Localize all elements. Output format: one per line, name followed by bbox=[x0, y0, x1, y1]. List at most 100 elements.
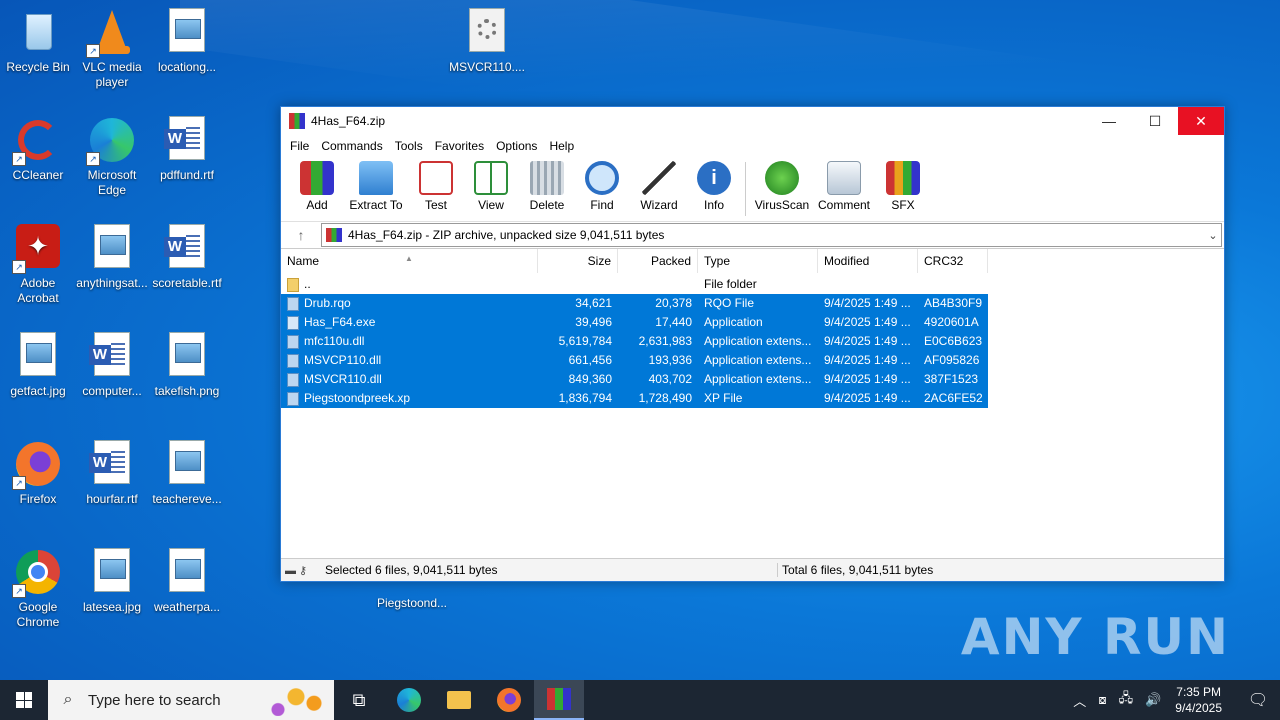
wand-icon bbox=[642, 161, 676, 195]
bug-icon bbox=[765, 161, 799, 195]
minimize-button[interactable]: — bbox=[1086, 107, 1132, 135]
add-button[interactable]: Add bbox=[293, 157, 341, 212]
network-icon[interactable]: 🖧 bbox=[1119, 689, 1134, 711]
file-list[interactable]: Name ▲ Size Packed Type Modified CRC32 ..… bbox=[281, 249, 1224, 554]
row-type: Application bbox=[704, 315, 763, 329]
desktop-icon-computer[interactable]: W computer... bbox=[74, 332, 150, 399]
taskbar: ⌕ Type here to search ⧉ ︿ ⧇ 🖧 🔊 7:35 PM … bbox=[0, 680, 1280, 720]
table-row[interactable]: Piegstoondpreek.xp 1,836,794 1,728,490 X… bbox=[281, 389, 988, 408]
status-total: Total 6 files, 9,041,511 bytes bbox=[777, 563, 1224, 577]
table-row[interactable]: mfc110u.dll 5,619,784 2,631,983 Applicat… bbox=[281, 332, 988, 351]
taskbar-explorer-button[interactable] bbox=[434, 680, 484, 720]
desktop-icon-msvcr110[interactable]: MSVCR110.... bbox=[449, 8, 525, 75]
column-packed[interactable]: Packed bbox=[618, 249, 698, 273]
desktop-icon-scoretable[interactable]: W scoretable.rtf bbox=[149, 224, 225, 291]
desktop-icon-takefish[interactable]: takefish.png bbox=[149, 332, 225, 399]
dll-file-icon bbox=[287, 334, 299, 349]
desktop-icon-vlc[interactable]: ↗ VLC media player bbox=[74, 8, 150, 90]
menu-commands[interactable]: Commands bbox=[315, 139, 388, 153]
desktop-icon-chrome[interactable]: ↗ Google Chrome bbox=[0, 548, 76, 630]
delete-label: Delete bbox=[529, 198, 565, 212]
task-view-button[interactable]: ⧉ bbox=[334, 680, 384, 720]
desktop-icon-acrobat[interactable]: ✦ ↗ Adobe Acrobat bbox=[0, 224, 76, 306]
menu-favorites[interactable]: Favorites bbox=[429, 139, 490, 153]
view-button[interactable]: View bbox=[465, 157, 517, 212]
taskbar-winrar-button[interactable] bbox=[534, 680, 584, 720]
wizard-button[interactable]: Wizard bbox=[631, 157, 687, 212]
toolbar: Add Extract To Test View Delete Find Wiz… bbox=[281, 157, 1224, 222]
column-name[interactable]: Name ▲ bbox=[281, 249, 538, 273]
desktop-icon-teachereve[interactable]: teachereve... bbox=[149, 440, 225, 507]
desktop-icon-hourfar[interactable]: W hourfar.rtf bbox=[74, 440, 150, 507]
test-button[interactable]: Test bbox=[411, 157, 461, 212]
winrar-window: 4Has_F64.zip — ☐ ✕ File Commands Tools F… bbox=[280, 106, 1225, 582]
shortcut-arrow-icon: ↗ bbox=[12, 584, 26, 598]
row-packed: 403,702 bbox=[648, 372, 692, 386]
start-button[interactable] bbox=[0, 680, 48, 720]
row-packed: 17,440 bbox=[655, 315, 692, 329]
desktop-icon-recycle-bin[interactable]: Recycle Bin bbox=[0, 8, 76, 75]
column-modified[interactable]: Modified bbox=[818, 249, 918, 273]
maximize-button[interactable]: ☐ bbox=[1132, 107, 1178, 135]
chevron-down-icon[interactable]: ⌄ bbox=[1205, 229, 1221, 242]
chevron-up-icon[interactable]: ︿ bbox=[1073, 691, 1086, 710]
column-size[interactable]: Size bbox=[538, 249, 618, 273]
up-arrow-icon[interactable]: ↑ bbox=[281, 227, 321, 243]
row-type: File folder bbox=[704, 277, 757, 291]
row-size: 39,496 bbox=[575, 315, 612, 329]
comment-button[interactable]: Comment bbox=[814, 157, 874, 212]
volume-icon[interactable]: 🔊 bbox=[1145, 692, 1161, 708]
table-row[interactable]: MSVCP110.dll 661,456 193,936 Application… bbox=[281, 351, 988, 370]
menu-tools[interactable]: Tools bbox=[389, 139, 429, 153]
notification-icon[interactable]: 🗨 bbox=[1236, 690, 1280, 710]
desktop-icon-latesea[interactable]: latesea.jpg bbox=[74, 548, 150, 615]
desktop-icon-label: Firefox bbox=[19, 492, 57, 506]
image-file-icon bbox=[14, 332, 62, 380]
row-modified: 9/4/2025 1:49 ... bbox=[824, 372, 911, 386]
view-label: View bbox=[478, 198, 504, 212]
desktop-icon-weatherpa[interactable]: weatherpa... bbox=[149, 548, 225, 615]
virusscan-button[interactable]: VirusScan bbox=[754, 157, 810, 212]
desktop-icon-firefox[interactable]: ↗ Firefox bbox=[0, 440, 76, 507]
drive-key-icon[interactable]: ▬ ⚷ bbox=[281, 564, 325, 577]
desktop-icon-piegstoond[interactable]: Piegstoond... bbox=[374, 580, 450, 611]
view-book-icon bbox=[474, 161, 508, 195]
row-packed: 20,378 bbox=[655, 296, 692, 310]
sfx-button[interactable]: SFX bbox=[878, 157, 928, 212]
desktop-icon-getfact[interactable]: getfact.jpg bbox=[0, 332, 76, 399]
title-bar[interactable]: 4Has_F64.zip — ☐ ✕ bbox=[281, 107, 1224, 135]
shortcut-arrow-icon: ↗ bbox=[12, 260, 26, 274]
sfx-books-icon bbox=[886, 161, 920, 195]
tray-app-icon[interactable]: ⧇ bbox=[1098, 692, 1106, 708]
desktop-icon-edge[interactable]: ↗ Microsoft Edge bbox=[74, 116, 150, 198]
table-row[interactable]: Has_F64.exe 39,496 17,440 Application 9/… bbox=[281, 313, 988, 332]
archive-path-field[interactable]: 4Has_F64.zip - ZIP archive, unpacked siz… bbox=[321, 223, 1222, 247]
status-bar: ▬ ⚷ Selected 6 files, 9,041,511 bytes To… bbox=[281, 558, 1224, 581]
find-button[interactable]: Find bbox=[577, 157, 627, 212]
table-row[interactable]: Drub.rqo 34,621 20,378 RQO File 9/4/2025… bbox=[281, 294, 988, 313]
column-type[interactable]: Type bbox=[698, 249, 818, 273]
menu-help[interactable]: Help bbox=[543, 139, 580, 153]
row-size: 34,621 bbox=[575, 296, 612, 310]
info-button[interactable]: i Info bbox=[691, 157, 737, 212]
zip-archive-icon bbox=[326, 228, 342, 242]
taskbar-search-box[interactable]: ⌕ Type here to search bbox=[48, 680, 334, 720]
delete-button[interactable]: Delete bbox=[521, 157, 573, 212]
menu-options[interactable]: Options bbox=[490, 139, 543, 153]
parent-folder-row[interactable]: .. File folder bbox=[281, 275, 988, 294]
desktop-icon-pdffund[interactable]: W pdffund.rtf bbox=[149, 116, 225, 183]
table-row[interactable]: MSVCR110.dll 849,360 403,702 Application… bbox=[281, 370, 988, 389]
winrar-app-icon bbox=[547, 688, 571, 710]
taskbar-firefox-button[interactable] bbox=[484, 680, 534, 720]
desktop-icon-anythingsat[interactable]: anythingsat... bbox=[74, 224, 150, 291]
column-crc32[interactable]: CRC32 bbox=[918, 249, 988, 273]
comment-label: Comment bbox=[817, 198, 870, 212]
taskbar-clock[interactable]: 7:35 PM 9/4/2025 bbox=[1175, 684, 1222, 716]
menu-file[interactable]: File bbox=[284, 139, 315, 153]
desktop-icon-locationg[interactable]: locationg... bbox=[149, 8, 225, 75]
desktop-icon-ccleaner[interactable]: ↗ CCleaner bbox=[0, 116, 76, 183]
close-button[interactable]: ✕ bbox=[1178, 107, 1224, 135]
info-icon: i bbox=[697, 161, 731, 195]
extract-to-button[interactable]: Extract To bbox=[345, 157, 407, 212]
taskbar-edge-button[interactable] bbox=[384, 680, 434, 720]
